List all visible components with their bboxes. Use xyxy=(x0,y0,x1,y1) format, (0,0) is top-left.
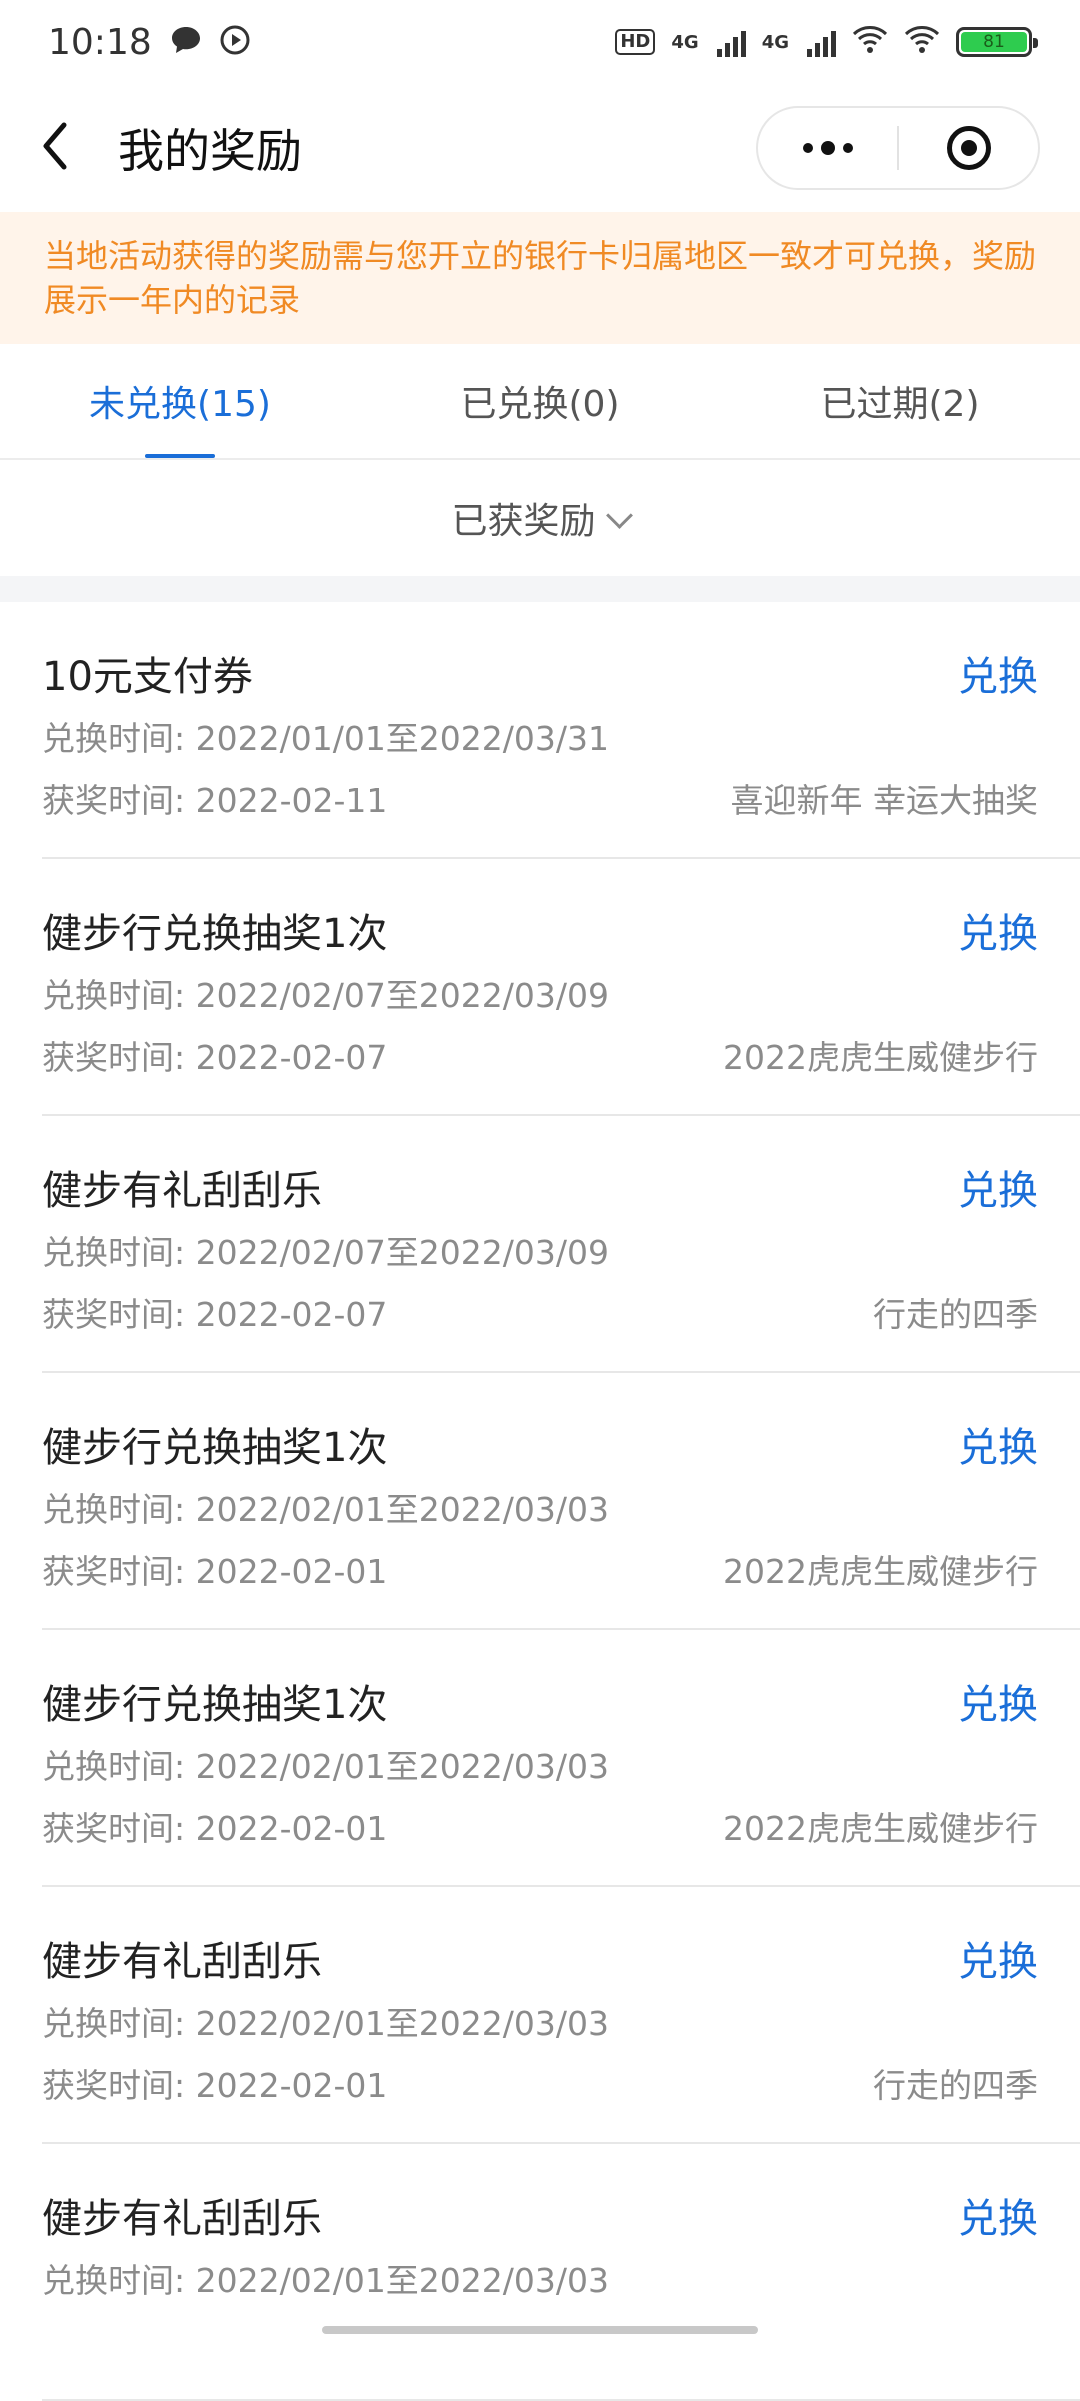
redeem-button[interactable]: 兑换 xyxy=(958,1672,1038,1730)
close-button[interactable] xyxy=(899,108,1038,188)
redeem-period: 兑换时间: 2022/02/01至2022/03/03 xyxy=(42,2004,610,2043)
reward-name: 健步行兑换抽奖1次 xyxy=(42,1682,388,1728)
mini-program-capsule xyxy=(756,106,1040,190)
redeem-button[interactable]: 兑换 xyxy=(958,1929,1038,1987)
won-time: 获奖时间: 2022-02-07 xyxy=(42,1038,388,1077)
reward-name: 健步有礼刮刮乐 xyxy=(42,1168,322,1214)
reward-source: 喜迎新年 幸运大抽奖 xyxy=(730,781,1039,820)
home-indicator xyxy=(322,2326,758,2334)
reward-source: 行走的四季 xyxy=(873,1295,1038,1334)
message-icon xyxy=(170,25,202,59)
page-title: 我的奖励 xyxy=(118,124,302,178)
reward-item: 健步行兑换抽奖1次 兑换 兑换时间: 2022/02/01至2022/03/03… xyxy=(42,1630,1080,1887)
status-right: HD 4G 4G 81 xyxy=(615,24,1038,60)
redeem-period: 兑换时间: 2022/02/07至2022/03/09 xyxy=(42,976,610,1015)
network-label-2: 4G xyxy=(761,31,789,53)
reward-item: 10元支付券 兑换 兑换时间: 2022/01/01至2022/03/31 获奖… xyxy=(42,602,1080,859)
signal-icon-2 xyxy=(807,27,836,57)
tab-redeemed[interactable]: 已兑换(0) xyxy=(360,344,720,458)
reward-filter-dropdown[interactable]: 已获奖励 xyxy=(0,460,1080,576)
status-bar: 10:18 HD 4G 4G 81 xyxy=(0,0,1080,84)
redeem-button[interactable]: 兑换 xyxy=(958,2186,1038,2244)
won-time: 获奖时间: 2022-02-07 xyxy=(42,1295,388,1334)
wifi-icon xyxy=(852,24,888,60)
battery-icon: 81 xyxy=(956,27,1038,57)
nav-bar: 我的奖励 xyxy=(0,84,1080,212)
redeem-button[interactable]: 兑换 xyxy=(958,1415,1038,1473)
redeem-button[interactable]: 兑换 xyxy=(958,1158,1038,1216)
won-time: 获奖时间: 2022-02-01 xyxy=(42,1809,388,1848)
reward-name: 10元支付券 xyxy=(42,654,253,700)
battery-level: 81 xyxy=(961,32,1027,52)
reward-name: 健步有礼刮刮乐 xyxy=(42,2196,322,2242)
reward-source: 行走的四季 xyxy=(873,2066,1038,2105)
won-time: 获奖时间: 2022-02-01 xyxy=(42,1552,388,1591)
notice-banner: 当地活动获得的奖励需与您开立的银行卡归属地区一致才可兑换，奖励展示一年内的记录 xyxy=(0,212,1080,344)
redeem-period: 兑换时间: 2022/02/01至2022/03/03 xyxy=(42,1490,610,1529)
network-label-1: 4G xyxy=(671,31,699,53)
reward-source: 2022虎虎生威健步行 xyxy=(723,1552,1038,1591)
reward-item: 健步有礼刮刮乐 兑换 兑换时间: 2022/02/07至2022/03/09 获… xyxy=(42,1116,1080,1373)
tab-unredeemed[interactable]: 未兑换(15) xyxy=(0,344,360,458)
signal-icon xyxy=(716,27,746,57)
reward-source: 2022虎虎生威健步行 xyxy=(723,1038,1038,1077)
tab-bar: 未兑换(15) 已兑换(0) 已过期(2) xyxy=(0,344,1080,460)
reward-item: 健步行兑换抽奖1次 兑换 兑换时间: 2022/02/07至2022/03/09… xyxy=(42,859,1080,1116)
won-time: 获奖时间: 2022-02-01 xyxy=(42,2066,388,2105)
filter-label: 已获奖励 xyxy=(451,501,596,542)
reward-name: 健步行兑换抽奖1次 xyxy=(42,1425,388,1471)
wifi-icon-2 xyxy=(904,24,940,60)
tab-expired[interactable]: 已过期(2) xyxy=(720,344,1080,458)
redeem-period: 兑换时间: 2022/02/07至2022/03/09 xyxy=(42,1233,610,1272)
more-dots-icon xyxy=(802,141,853,155)
back-icon xyxy=(40,121,70,175)
reward-source: 2022虎虎生威健步行 xyxy=(723,1809,1038,1848)
section-divider xyxy=(0,576,1080,602)
play-icon xyxy=(220,25,250,59)
reward-name: 健步行兑换抽奖1次 xyxy=(42,911,388,957)
chevron-down-icon xyxy=(605,501,633,529)
reward-item: 健步有礼刮刮乐 兑换 兑换时间: 2022/02/01至2022/03/03 xyxy=(42,2144,1080,2401)
redeem-period: 兑换时间: 2022/02/01至2022/03/03 xyxy=(42,2261,610,2300)
won-time: 获奖时间: 2022-02-11 xyxy=(42,781,388,820)
target-close-icon xyxy=(946,126,991,170)
reward-list: 10元支付券 兑换 兑换时间: 2022/01/01至2022/03/31 获奖… xyxy=(0,602,1080,2401)
status-time: 10:18 xyxy=(48,21,152,63)
redeem-button[interactable]: 兑换 xyxy=(958,644,1038,702)
redeem-period: 兑换时间: 2022/01/01至2022/03/31 xyxy=(42,719,610,758)
redeem-button[interactable]: 兑换 xyxy=(958,901,1038,959)
more-button[interactable] xyxy=(758,108,897,188)
back-button[interactable] xyxy=(40,118,84,178)
reward-item: 健步行兑换抽奖1次 兑换 兑换时间: 2022/02/01至2022/03/03… xyxy=(42,1373,1080,1630)
redeem-period: 兑换时间: 2022/02/01至2022/03/03 xyxy=(42,1747,610,1786)
reward-item: 健步有礼刮刮乐 兑换 兑换时间: 2022/02/01至2022/03/03 获… xyxy=(42,1887,1080,2144)
hd-icon: HD xyxy=(615,29,656,55)
status-left: 10:18 xyxy=(48,22,250,63)
reward-name: 健步有礼刮刮乐 xyxy=(42,1939,322,1985)
